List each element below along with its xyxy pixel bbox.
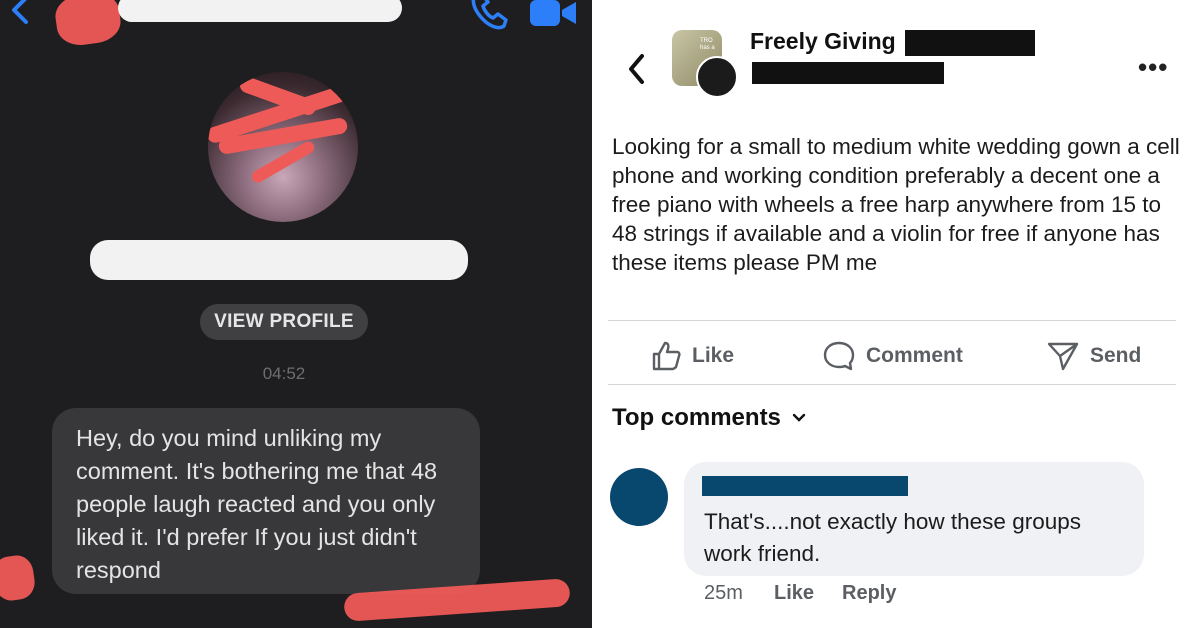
commenter-name-redacted[interactable] <box>702 476 908 496</box>
view-profile-button[interactable]: VIEW PROFILE <box>200 304 368 340</box>
comment-icon <box>823 341 855 371</box>
redaction-bar <box>905 30 1035 56</box>
divider-line <box>608 320 1176 321</box>
comment-text: That's....not exactly how these groups w… <box>704 509 1081 566</box>
video-icon[interactable] <box>528 0 580 30</box>
phone-icon[interactable] <box>466 0 512 32</box>
comment-like-link[interactable]: Like <box>774 582 814 605</box>
divider-line <box>608 384 1176 385</box>
back-chevron-icon[interactable] <box>626 52 648 86</box>
back-chevron-icon[interactable] <box>6 0 34 30</box>
top-comments-filter[interactable]: Top comments <box>612 404 807 432</box>
message-bubble: Hey, do you mind unliking my comment. It… <box>52 408 480 594</box>
chevron-down-icon <box>792 413 806 422</box>
messenger-panel: VIEW PROFILE 04:52 Hey, do you mind unli… <box>0 0 592 628</box>
post-body: Looking for a small to medium white wedd… <box>612 134 1180 275</box>
contact-avatar[interactable] <box>208 72 358 222</box>
more-icon[interactable]: ••• <box>1138 52 1168 83</box>
send-icon <box>1047 342 1079 371</box>
redaction-scribble <box>0 553 37 603</box>
send-button[interactable]: Send <box>1046 340 1141 372</box>
send-label: Send <box>1090 344 1142 367</box>
redaction-name-bar <box>90 240 468 280</box>
group-name[interactable]: Freely Giving <box>750 28 896 55</box>
commenter-avatar[interactable] <box>610 468 668 526</box>
like-label: Like <box>692 344 735 367</box>
comment-button[interactable]: Comment <box>822 340 963 372</box>
like-button[interactable]: Like <box>650 340 734 372</box>
comment-time: 25m <box>704 582 743 604</box>
comment-label: Comment <box>866 344 963 367</box>
message-text: Hey, do you mind unliking my comment. It… <box>76 425 438 583</box>
redaction-scribble <box>52 0 124 49</box>
comment-bubble: That's....not exactly how these groups w… <box>684 462 1144 576</box>
like-thumb-icon <box>652 341 681 371</box>
facebook-post-panel: TRO has a Freely Giving ••• Looking for a… <box>600 0 1200 628</box>
poster-avatar[interactable] <box>696 56 738 98</box>
message-timestamp: 04:52 <box>262 364 306 383</box>
top-comments-label: Top comments <box>612 404 781 431</box>
redaction-bar <box>752 62 944 84</box>
comment-reply-link[interactable]: Reply <box>842 582 896 605</box>
redaction-name-bar <box>118 0 402 22</box>
